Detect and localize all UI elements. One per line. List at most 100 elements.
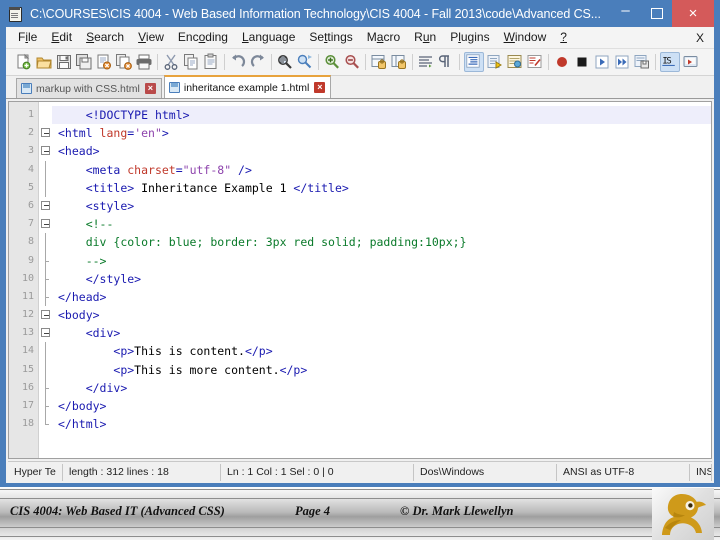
code-folding-margin[interactable]	[39, 102, 52, 458]
stop-record-icon[interactable]	[573, 53, 591, 71]
menu-item-run[interactable]: Run	[407, 27, 443, 48]
minimize-button[interactable]: –	[610, 0, 641, 27]
menu-item-language[interactable]: Language	[235, 27, 302, 48]
menu-item-help[interactable]: ?	[553, 27, 574, 48]
close-file-icon[interactable]	[95, 53, 113, 71]
word-wrap-icon[interactable]	[417, 53, 435, 71]
tab-markup-with-css[interactable]: markup with CSS.html ×	[16, 78, 162, 98]
paste-icon[interactable]	[202, 53, 220, 71]
play-macro-icon[interactable]	[593, 53, 611, 71]
maximize-button[interactable]	[641, 0, 672, 27]
open-file-icon[interactable]	[35, 53, 53, 71]
code-line[interactable]: <!--	[52, 215, 711, 233]
fold-marker[interactable]	[39, 324, 52, 342]
new-file-icon[interactable]	[15, 53, 33, 71]
code-editor[interactable]: 1 2 3 4 5 6 7 8 9 10 11 12 13 14 15 16 17 18 <!DOCTYPE ht…	[8, 101, 712, 459]
sync-vertical-icon[interactable]	[370, 53, 388, 71]
title-bar[interactable]: C:\COURSES\CIS 4004 - Web Based Informat…	[6, 0, 714, 27]
code-text-area[interactable]: <!DOCTYPE html> <html lang='en"> <head> <m…	[52, 102, 711, 458]
code-line[interactable]: </html>	[52, 415, 711, 433]
code-line[interactable]: <meta charset="utf-8" />	[52, 161, 711, 179]
menu-item-macro[interactable]: Macro	[360, 27, 407, 48]
code-line[interactable]: <div>	[52, 324, 711, 342]
fold-marker	[39, 397, 52, 416]
fold-marker[interactable]	[39, 197, 52, 215]
code-line[interactable]: <title> Inheritance Example 1 </title>	[52, 179, 711, 197]
line-number: 14	[21, 345, 34, 357]
code-line[interactable]: div {color: blue; border: 3px red solid;…	[52, 233, 711, 251]
save-macro-icon[interactable]	[633, 53, 651, 71]
code-token: <p>	[113, 344, 135, 359]
redo-icon[interactable]	[249, 53, 267, 71]
show-all-characters-icon[interactable]	[437, 53, 455, 71]
line-number: 16	[21, 381, 34, 393]
code-line[interactable]: <!DOCTYPE html>	[52, 106, 711, 125]
code-line[interactable]: <html lang='en">	[52, 124, 711, 142]
code-line[interactable]: -->	[52, 252, 711, 270]
toolbar-separator	[459, 54, 460, 70]
code-token: <style>	[85, 198, 135, 213]
notepad-plus-plus-window: C:\COURSES\CIS 4004 - Web Based Informat…	[0, 0, 720, 487]
show-symbol-icon[interactable]	[486, 53, 504, 71]
code-line[interactable]: <body>	[52, 306, 711, 324]
menu-item-window[interactable]: Window	[497, 27, 554, 48]
code-token: <div>	[85, 326, 121, 341]
code-line[interactable]: </head>	[52, 288, 711, 306]
print-icon[interactable]	[135, 53, 153, 71]
close-document-button[interactable]: X	[696, 31, 704, 45]
fold-marker[interactable]	[39, 306, 52, 324]
user-defined-dialog-icon[interactable]	[506, 53, 524, 71]
fold-marker	[39, 106, 52, 124]
fold-marker[interactable]	[39, 124, 52, 142]
menu-item-search[interactable]: Search	[79, 27, 131, 48]
text-direction-icon[interactable]: IS	[660, 52, 680, 72]
zoom-out-icon[interactable]	[343, 53, 361, 71]
fold-marker	[39, 378, 52, 397]
copy-icon[interactable]	[182, 53, 200, 71]
menu-item-encoding[interactable]: Encoding	[171, 27, 235, 48]
undo-icon[interactable]	[229, 53, 247, 71]
code-line[interactable]: <p>This is more content.</p>	[52, 361, 711, 379]
code-line[interactable]: </body>	[52, 397, 711, 415]
save-icon[interactable]	[55, 53, 73, 71]
code-token: </html>	[58, 417, 107, 432]
document-map-icon[interactable]	[526, 53, 544, 71]
line-number: 2	[27, 127, 34, 139]
line-number: 5	[27, 181, 34, 193]
code-line[interactable]: <style>	[52, 197, 711, 215]
code-token: This is more content.	[134, 362, 280, 377]
menu-item-plugins[interactable]: Plugins	[443, 27, 496, 48]
code-line[interactable]: </style>	[52, 270, 711, 288]
code-line[interactable]: <p>This is content.</p>	[52, 342, 711, 360]
fold-marker[interactable]	[39, 215, 52, 233]
menu-item-settings[interactable]: Settings	[302, 27, 359, 48]
tab-close-icon[interactable]: ×	[314, 82, 326, 93]
record-macro-icon[interactable]	[553, 53, 571, 71]
fold-marker[interactable]	[39, 142, 52, 160]
close-all-icon[interactable]	[115, 53, 133, 71]
replace-icon[interactable]	[296, 53, 314, 71]
tab-close-icon[interactable]: ×	[144, 83, 156, 94]
menu-item-view[interactable]: View	[131, 27, 171, 48]
code-token: lang	[99, 126, 128, 141]
indent-guide-icon[interactable]	[464, 52, 484, 72]
tab-inheritance-example-1[interactable]: inheritance example 1.html ×	[163, 75, 332, 98]
run-macro-multiple-icon[interactable]	[613, 53, 631, 71]
code-token: =	[175, 162, 183, 177]
zoom-in-icon[interactable]	[323, 53, 341, 71]
code-token: This is content.	[134, 344, 245, 359]
menu-item-file[interactable]: File	[6, 27, 44, 48]
close-button[interactable]: ×	[672, 0, 714, 27]
code-line[interactable]: </div>	[52, 379, 711, 397]
status-language: Hyper Te	[8, 464, 63, 481]
code-token: div {color: blue; border: 3px red solid;…	[85, 235, 467, 250]
menu-item-edit[interactable]: Edit	[44, 27, 79, 48]
code-line[interactable]: <head>	[52, 142, 711, 160]
sync-horizontal-icon[interactable]	[390, 53, 408, 71]
cut-icon[interactable]	[162, 53, 180, 71]
tab-label: markup with CSS.html	[36, 82, 140, 95]
save-all-icon[interactable]	[75, 53, 93, 71]
find-icon[interactable]	[276, 53, 294, 71]
run-file-icon[interactable]	[682, 53, 700, 71]
